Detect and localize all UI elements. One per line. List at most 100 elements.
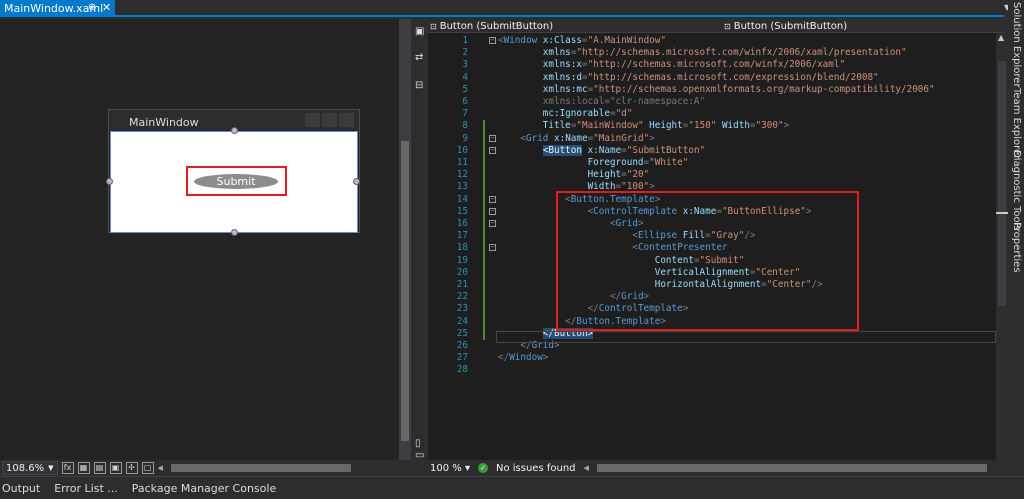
fold-toggle-icon[interactable]: −: [489, 146, 496, 154]
grid-icon[interactable]: ▦: [77, 462, 90, 474]
editor-vertical-scrollbar[interactable]: ▲: [996, 33, 1008, 460]
resize-handle-right[interactable]: [353, 178, 360, 185]
chevron-down-icon: ▼: [48, 464, 54, 472]
line-number: 22: [456, 291, 468, 303]
collapse-pane-icon[interactable]: ⊟: [415, 81, 425, 91]
tab-team-explorer[interactable]: Team Explorer: [1011, 88, 1022, 159]
editor-zoom-value: 100 %: [430, 462, 462, 474]
scroll-left-icon[interactable]: ◀: [158, 464, 163, 472]
code-text: </Window>: [498, 352, 549, 364]
tab-output[interactable]: Output: [2, 482, 40, 495]
line-number: 5: [462, 83, 468, 95]
line-number: 24: [456, 315, 468, 327]
zoom-value: 108.6%: [6, 462, 45, 474]
tab-package-manager-console[interactable]: Package Manager Console: [132, 482, 276, 495]
snap-lines-icon[interactable]: ✢: [125, 462, 138, 474]
code-line[interactable]: 6 xmlns:local="clr-namespace:A": [428, 96, 996, 108]
element-icon: ⊡: [724, 21, 731, 31]
line-number: 13: [456, 181, 468, 193]
fold-toggle-icon[interactable]: −: [489, 134, 496, 142]
fold-toggle-icon[interactable]: −: [489, 207, 496, 215]
fold-toggle-icon[interactable]: −: [489, 244, 496, 252]
snap-grid-icon[interactable]: ▤: [93, 462, 106, 474]
resize-handle-bottom[interactable]: [231, 229, 238, 236]
code-line[interactable]: 3 xmlns:x="http://schemas.microsoft.com/…: [428, 59, 996, 71]
code-text: Foreground="White": [587, 157, 689, 168]
tab-diagnostic-tools[interactable]: Diagnostic Tools: [1011, 150, 1022, 231]
code-line[interactable]: 28: [428, 364, 996, 376]
tab-properties[interactable]: Properties: [1011, 222, 1022, 273]
code-line[interactable]: 8 Title="MainWindow" Height="150" Width=…: [428, 120, 996, 132]
element-left-dropdown[interactable]: ⊡ Button (SubmitButton): [430, 20, 553, 32]
line-number: 17: [456, 230, 468, 242]
designer-horizontal-scrollbar[interactable]: [170, 464, 351, 472]
line-number: 16: [456, 218, 468, 229]
pin-icon[interactable]: ⊕: [88, 2, 96, 13]
issues-status[interactable]: No issues found: [496, 463, 576, 474]
device-preview-icon[interactable]: ▢: [141, 462, 154, 474]
code-line[interactable]: 27 </Window>: [428, 352, 996, 364]
swap-panes-icon[interactable]: ▣: [415, 27, 425, 37]
fold-toggle-icon[interactable]: −: [489, 195, 496, 203]
code-line[interactable]: 9 − <Grid x:Name="MainGrid">: [428, 133, 996, 145]
close-window-icon: [339, 113, 354, 127]
close-icon[interactable]: ✕: [102, 1, 111, 14]
design-surface[interactable]: [0, 19, 399, 460]
designer-vertical-scrollbar[interactable]: [399, 19, 411, 460]
editor-horizontal-scrollbar[interactable]: [596, 464, 987, 472]
code-line[interactable]: 7 mc:Ignorable="d": [428, 108, 996, 120]
submit-button-selection[interactable]: Submit: [186, 166, 287, 196]
scroll-thumb[interactable]: [998, 61, 1006, 306]
change-indicator: [483, 120, 485, 340]
scroll-left-icon[interactable]: ◀: [584, 464, 589, 472]
submit-button-preview[interactable]: Submit: [194, 174, 278, 189]
zoom-dropdown[interactable]: 108.6% ▼: [2, 461, 58, 475]
code-line[interactable]: 2 xmlns="http://schemas.microsoft.com/wi…: [428, 47, 996, 59]
split-bar: ▣ ⇄ ⊟ ▯ ▭: [411, 19, 428, 476]
tab-error-list[interactable]: Error List ...: [54, 482, 118, 495]
line-number: 2: [462, 47, 468, 59]
caret-marker: [996, 212, 1008, 214]
line-number: 15: [456, 205, 468, 217]
code-text: xmlns:mc="http://schemas.openxmlformats.…: [542, 83, 935, 95]
line-number: 14: [456, 193, 468, 205]
resize-handle-top[interactable]: [231, 127, 238, 134]
line-number: 27: [456, 352, 468, 364]
tab-mainwindow-xaml[interactable]: MainWindow.xaml ⊕ ✕: [0, 0, 115, 17]
line-number: 19: [456, 254, 468, 266]
fold-toggle-icon[interactable]: −: [489, 220, 496, 227]
code-line[interactable]: 12 Height="20": [428, 169, 996, 181]
element-right-dropdown[interactable]: ⊡ Button (SubmitButton): [724, 20, 847, 32]
element-icon: ⊡: [430, 21, 437, 31]
code-line[interactable]: 1 − <Window x:Class="A.MainWindow": [428, 35, 996, 47]
right-tool-strip: Solution Explorer Team Explorer Diagnost…: [1008, 0, 1024, 476]
line-number: 10: [456, 144, 468, 156]
resize-handle-left[interactable]: [106, 178, 113, 185]
tab-solution-explorer[interactable]: Solution Explorer: [1011, 2, 1022, 88]
line-number: 1: [462, 35, 468, 46]
code-text: xmlns:d="http://schemas.microsoft.com/ex…: [542, 71, 879, 83]
line-number: 12: [456, 169, 468, 181]
vertical-split-icon[interactable]: ▯: [415, 439, 425, 449]
bottom-tool-tabs: Output Error List ... Package Manager Co…: [0, 476, 1024, 499]
code-text: xmlns="http://schemas.microsoft.com/winf…: [542, 47, 907, 59]
minimize-icon: [305, 113, 320, 127]
line-number: 11: [456, 157, 468, 168]
highlight-box: [556, 191, 859, 331]
code-line[interactable]: 5 xmlns:mc="http://schemas.openxmlformat…: [428, 84, 996, 96]
fx-icon[interactable]: fx: [61, 462, 74, 474]
code-line[interactable]: 10 − <Button x:Name="SubmitButton": [428, 144, 996, 157]
code-line[interactable]: 4 xmlns:d="http://schemas.microsoft.com/…: [428, 72, 996, 84]
line-number: 21: [456, 279, 468, 290]
fold-toggle-icon[interactable]: −: [489, 37, 496, 44]
nav-left-label: Button (SubmitButton): [439, 20, 554, 32]
scroll-thumb[interactable]: [401, 141, 409, 441]
check-icon: ✓: [477, 463, 488, 473]
split-toggle-icon[interactable]: ⇄: [415, 53, 425, 63]
scroll-up-icon[interactable]: ▲: [998, 33, 1004, 42]
horizontal-split-icon[interactable]: ▭: [415, 451, 425, 461]
editor-zoom-dropdown[interactable]: 100 % ▾: [430, 463, 470, 474]
artboard-icon[interactable]: ▣: [109, 462, 122, 474]
current-line-highlight: [496, 331, 996, 343]
code-line[interactable]: 11 Foreground="White": [428, 157, 996, 169]
